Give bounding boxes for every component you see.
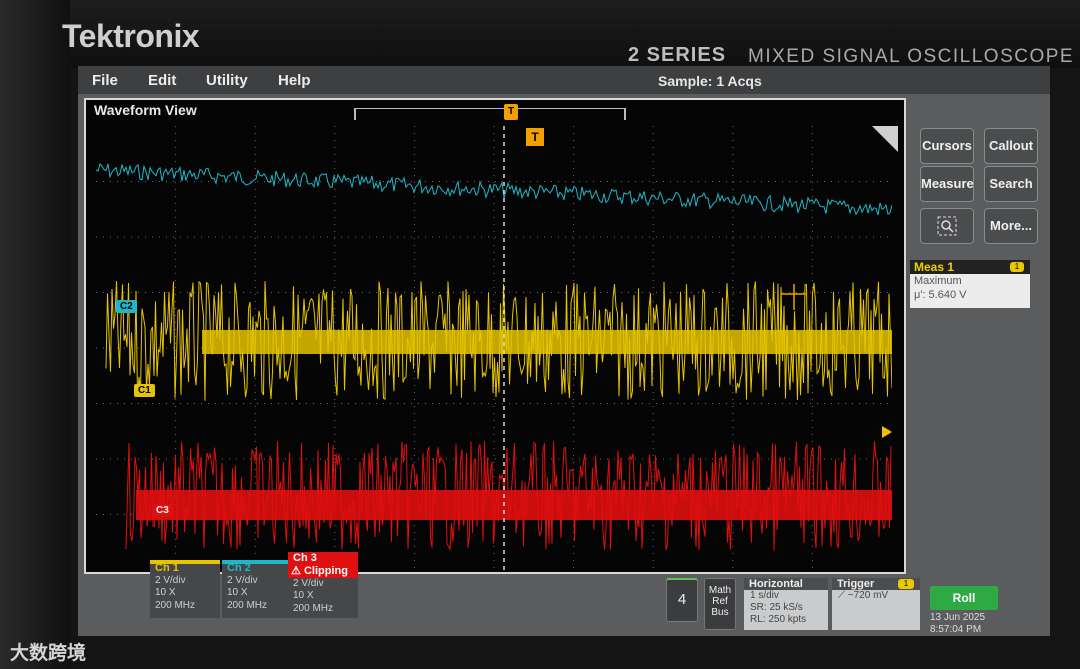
watermark-logo: 大数跨境 (10, 643, 87, 664)
ch1-probe: 10 X (155, 587, 176, 598)
collapse-corner-icon[interactable] (872, 126, 898, 152)
ch1-dense-band (202, 330, 892, 354)
menu-edit[interactable]: Edit (148, 72, 176, 89)
menu-utility[interactable]: Utility (206, 72, 248, 89)
ch3-dense-band (136, 490, 892, 520)
ch1-badge[interactable]: Ch 1 2 V/div 10 X 200 MHz (150, 560, 220, 618)
date-label: 13 Jun 2025 (930, 612, 986, 623)
bus-label: Bus (711, 607, 729, 618)
menu-bar: File Edit Utility Help Sample: 1 Acqs (78, 66, 1050, 94)
ref-label: Ref (712, 596, 728, 607)
ch3-probe: 10 X (293, 590, 314, 601)
ch2-bw: 200 MHz (227, 599, 268, 611)
trigger-level-arrow (882, 426, 892, 438)
trigger-source-badge: 1 (898, 579, 914, 589)
meas-type: Maximum (914, 275, 962, 287)
ch1-bw: 200 MHz (155, 599, 196, 611)
cursors-button[interactable]: Cursors (920, 128, 974, 164)
ch3-clipping-warning: ⚠ Clipping (288, 565, 358, 578)
oscilloscope-screen: File Edit Utility Help Sample: 1 Acqs Wa… (78, 66, 1050, 636)
bezel-left (0, 0, 70, 669)
sample-rate: SR: 25 kS/s (750, 602, 803, 613)
menu-help[interactable]: Help (278, 72, 311, 89)
trigger-level: ⟋ ~720 mV (832, 590, 920, 602)
trigger-slope-icon: ⟋ (838, 590, 848, 601)
ch3-offset-flag[interactable]: C3 (152, 504, 173, 517)
brand-logo: Tektronix (62, 18, 200, 54)
ch3-header: Ch 3 (288, 552, 358, 565)
trigger-position-icon[interactable]: T (504, 104, 518, 120)
zoom-button[interactable] (920, 208, 974, 244)
series-label: 2 SERIES (628, 44, 727, 66)
add-channel-4-button[interactable]: 4 (666, 578, 698, 622)
zoom-icon (937, 216, 957, 236)
warning-icon: ⚠ (291, 565, 301, 577)
ch1-header: Ch 1 (155, 562, 179, 574)
trigger-level-value: ~720 mV (847, 590, 889, 601)
time-label: 8:57:04 PM (930, 624, 982, 635)
trigger-badge[interactable]: Trigger 1 ⟋ ~720 mV (832, 578, 920, 630)
ch2-badge[interactable]: Ch 2 2 V/div 10 X 200 MHz (222, 560, 292, 618)
model-label: MIXED SIGNAL OSCILLOSCOPE (748, 46, 1075, 67)
ch2-vdiv: 2 V/div (227, 574, 258, 586)
datetime: 13 Jun 2025 8:57:04 PM (930, 612, 998, 636)
record-length: RL: 250 kpts (750, 614, 807, 625)
ch3-bw: 200 MHz (293, 602, 334, 614)
callout-button[interactable]: Callout (984, 128, 1038, 164)
ch3-warning-text: Clipping (303, 565, 348, 577)
waveform-view-title: Waveform View (94, 102, 197, 118)
menu-file[interactable]: File (92, 72, 118, 89)
meas-badge-panel[interactable]: Meas 1 1 Maximum μ': 5.640 V (910, 260, 1030, 308)
run-state-button[interactable]: Roll (930, 586, 998, 610)
math-ref-bus-button[interactable]: Math Ref Bus (704, 578, 736, 630)
search-button[interactable]: Search (984, 166, 1038, 202)
acquisition-status: Sample: 1 Acqs (658, 73, 762, 89)
ch2-header: Ch 2 (227, 562, 251, 574)
more-button[interactable]: More... (984, 208, 1038, 244)
timebase-overview[interactable] (354, 108, 626, 120)
horizontal-header: Horizontal (744, 578, 828, 590)
ch3-badge[interactable]: Ch 3 ⚠ Clipping 2 V/div 10 X 200 MHz (288, 552, 358, 618)
waveform-view[interactable]: Waveform View T T C2 C1 C3 (84, 98, 906, 574)
meas-source-badge: 1 (1010, 262, 1024, 272)
ch1-offset-flag[interactable]: C1 (134, 384, 155, 397)
ch2-probe: 10 X (227, 587, 248, 598)
ch3-vdiv: 2 V/div (293, 577, 324, 589)
measure-button[interactable]: Measure (920, 166, 974, 202)
horizontal-scale: 1 s/div (750, 590, 779, 601)
horizontal-badge[interactable]: Horizontal 1 s/div SR: 25 kS/s RL: 250 k… (744, 578, 828, 630)
ch1-vdiv: 2 V/div (155, 574, 186, 586)
cursor-crosshair (781, 284, 807, 310)
waveform-graticule (96, 126, 892, 570)
ch2-offset-flag[interactable]: C2 (116, 300, 137, 313)
meas-value: μ': 5.640 V (914, 289, 967, 301)
math-label: Math (708, 585, 732, 596)
